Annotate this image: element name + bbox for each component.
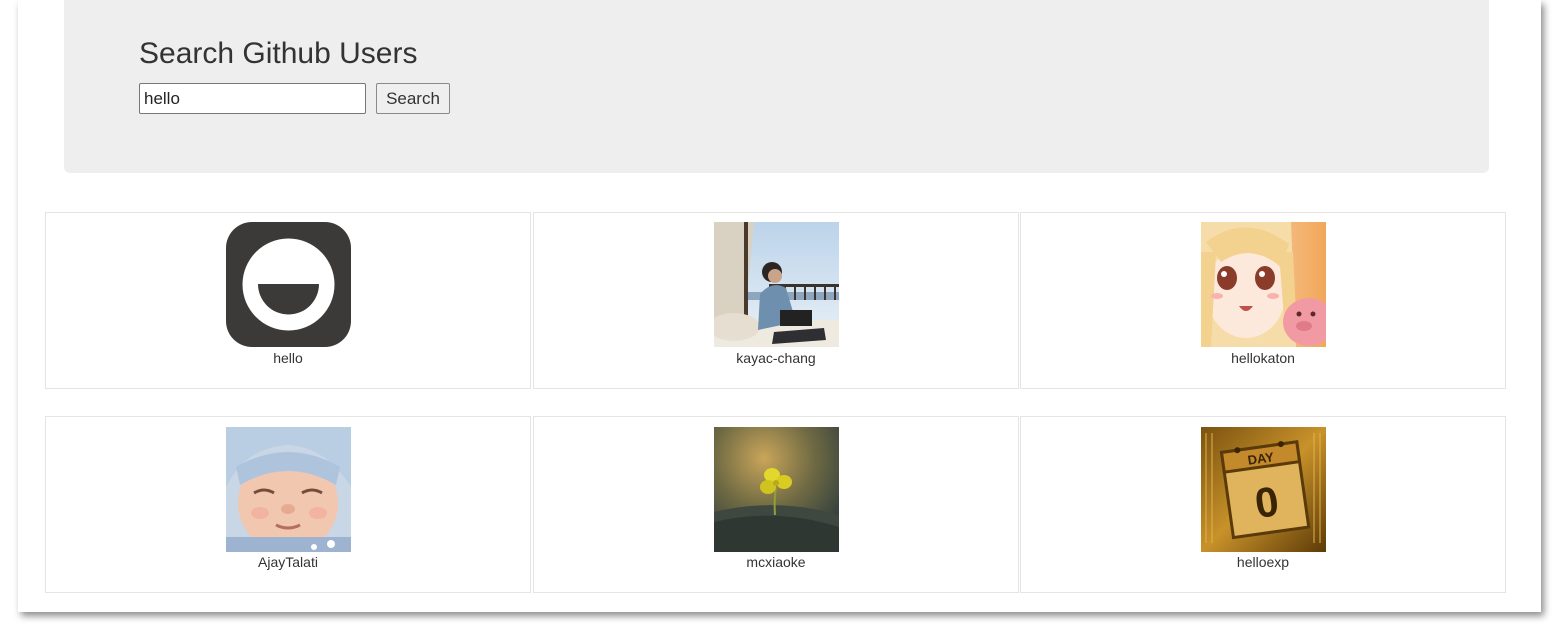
app-window: Search Github Users Search hello [18, 0, 1541, 612]
user-login: kayac-chang [736, 350, 816, 366]
search-input[interactable] [139, 83, 366, 114]
person-on-balcony-photo-avatar[interactable] [714, 222, 839, 347]
search-header: Search Github Users Search [64, 0, 1489, 173]
anime-girl-avatar[interactable] [1201, 222, 1326, 347]
clover-photo-avatar[interactable] [714, 427, 839, 552]
user-card: mcxiaoke [533, 416, 1019, 593]
user-login: mcxiaoke [746, 554, 806, 570]
user-card: DAY 0 helloexp [1020, 416, 1506, 593]
user-card: hellokaton [1020, 212, 1506, 389]
user-card: AjayTalati [45, 416, 531, 593]
search-button[interactable]: Search [376, 83, 450, 114]
user-login: helloexp [1236, 554, 1290, 570]
user-login: hellokaton [1231, 350, 1295, 366]
user-login: AjayTalati [258, 554, 318, 570]
day-zero-calendar-avatar[interactable]: DAY 0 [1201, 427, 1326, 552]
page-title: Search Github Users [139, 37, 418, 70]
user-login: hello [273, 350, 303, 366]
user-card: hello [45, 212, 531, 389]
baby-photo-avatar[interactable] [226, 427, 351, 552]
user-card: kayac-chang [533, 212, 1019, 389]
hello-logo-avatar[interactable] [226, 222, 351, 347]
